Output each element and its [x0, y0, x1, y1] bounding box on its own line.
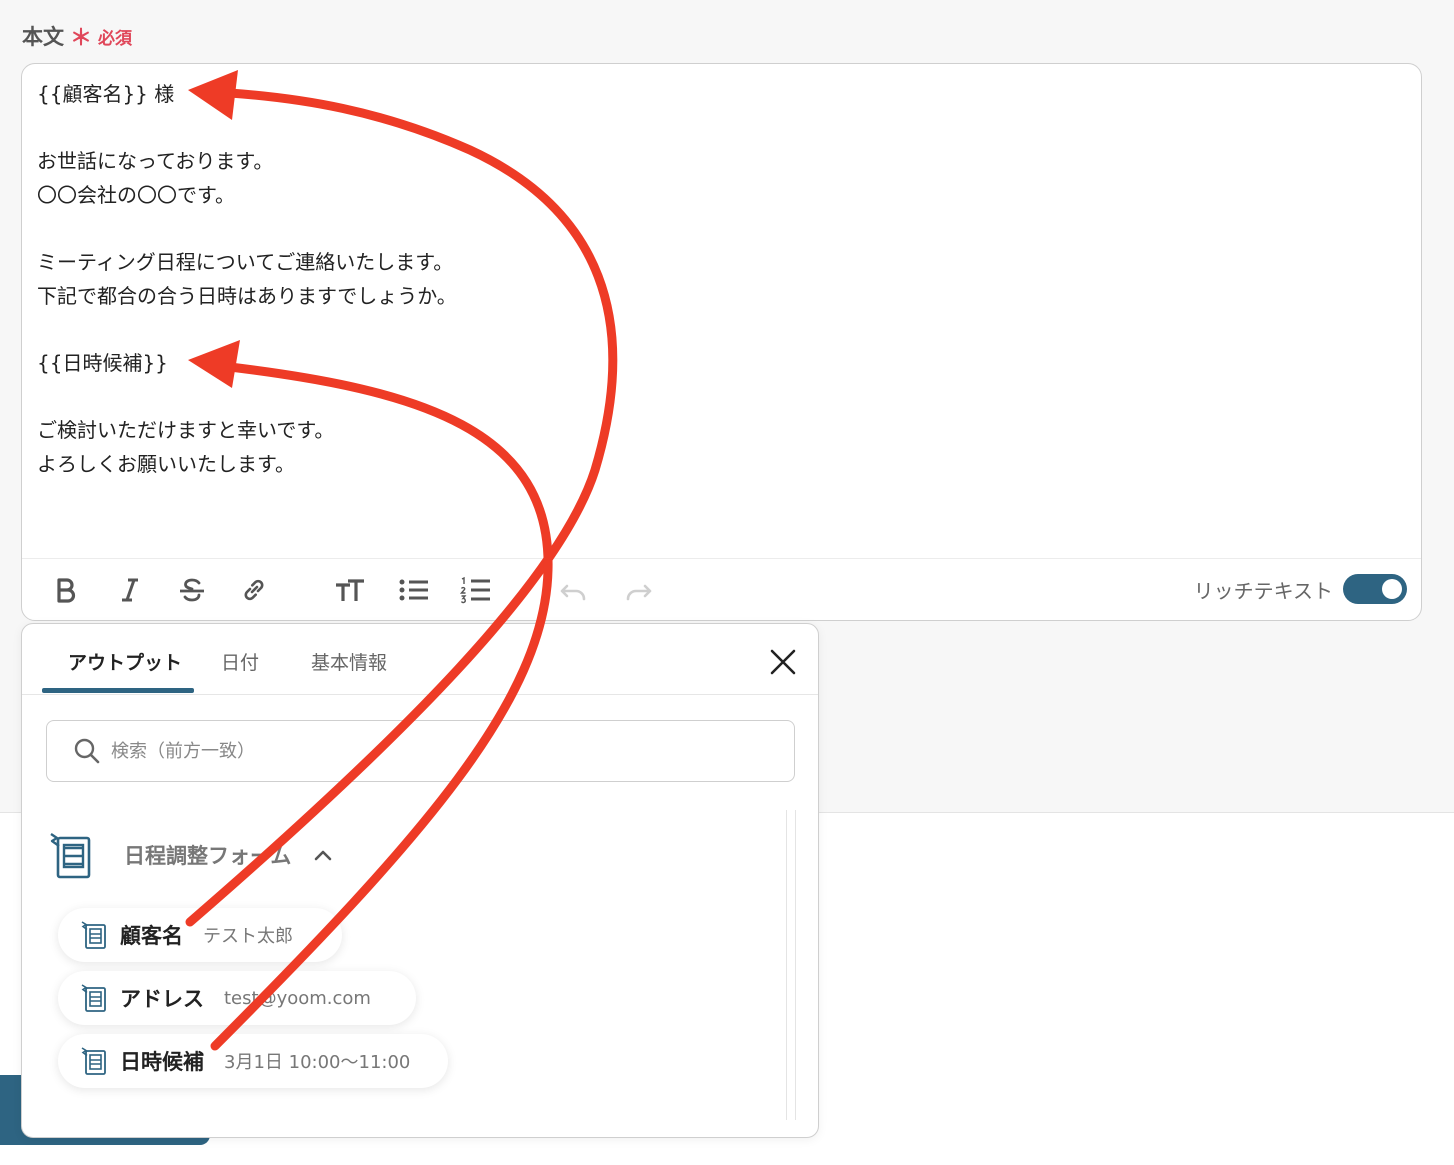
output-picker-panel: アウトプット 日付 基本情報 日程調整フォーム 顧客名 テスト太郎 アドレス t…: [21, 623, 819, 1138]
close-icon: [770, 649, 796, 675]
output-item-name: 顧客名: [120, 924, 183, 948]
form-group-title: 日程調整フォーム: [124, 844, 292, 868]
rich-text-label: リッチテキスト: [1193, 578, 1333, 603]
search-input[interactable]: [109, 739, 713, 763]
bold-button[interactable]: [50, 572, 82, 608]
form-field-icon: [81, 921, 106, 949]
output-item-value: テスト太郎: [203, 926, 293, 947]
rich-text-control: リッチテキスト: [1194, 574, 1407, 604]
toolbar-divider: [22, 558, 1421, 559]
active-tab-indicator: [42, 688, 194, 693]
field-label-text: 本文: [22, 25, 64, 49]
editor-content[interactable]: {{顧客名}} 様 お世話になっております。 〇〇会社の〇〇です。 ミーティング…: [37, 78, 457, 481]
output-item-value: 3月1日 10:00〜11:00: [224, 1052, 411, 1073]
form-field-icon: [81, 984, 106, 1012]
chevron-up-icon: [315, 850, 332, 861]
link-icon: [244, 579, 264, 601]
editor-line: 〇〇会社の〇〇です。: [37, 182, 235, 207]
form-group-header[interactable]: 日程調整フォーム: [48, 830, 333, 880]
text-size-button[interactable]: [332, 572, 368, 608]
undo-button[interactable]: [556, 572, 592, 608]
tab-basic-info[interactable]: 基本情報: [311, 648, 387, 675]
body-editor[interactable]: {{顧客名}} 様 お世話になっております。 〇〇会社の〇〇です。 ミーティング…: [21, 63, 1422, 621]
tab-date[interactable]: 日付: [221, 648, 259, 675]
toggle-knob: [1382, 579, 1402, 599]
output-item-address[interactable]: アドレス test@yoom.com: [58, 971, 416, 1025]
editor-line: お世話になっております。: [37, 149, 274, 174]
required-label: 必須: [98, 28, 133, 49]
output-item-customer-name[interactable]: 顧客名 テスト太郎: [58, 908, 342, 962]
editor-line: 下記で都合の合う日時はありますでしょうか。: [37, 283, 457, 308]
editor-line: {{日時候補}}: [37, 350, 168, 375]
redo-icon: [626, 584, 652, 601]
close-button[interactable]: [767, 646, 799, 678]
form-icon: [50, 833, 91, 879]
output-item-name: 日時候補: [120, 1050, 204, 1074]
editor-line: {{顧客名}} 様: [37, 82, 175, 106]
editor-line: ミーティング日程についてご連絡いたします。: [37, 249, 454, 274]
italic-button[interactable]: [114, 572, 146, 608]
field-label: 本文 ＊ 必須: [22, 20, 132, 52]
strikethrough-button[interactable]: [174, 572, 210, 608]
numbered-list-icon: [460, 576, 490, 604]
required-star: ＊: [70, 26, 93, 51]
undo-icon: [560, 584, 586, 601]
strikethrough-icon: [180, 578, 204, 602]
tab-output[interactable]: アウトプット: [68, 648, 182, 675]
bullet-list-icon: [399, 579, 428, 601]
form-field-icon: [81, 1047, 106, 1075]
link-button[interactable]: [236, 572, 272, 608]
panel-tabs: アウトプット 日付 基本情報: [22, 624, 818, 695]
text-size-icon: [336, 579, 364, 601]
editor-line: ご検討いただけますと幸いです。: [37, 417, 335, 442]
bullet-list-button[interactable]: [396, 572, 432, 608]
output-item-name: アドレス: [120, 987, 204, 1011]
output-item-datetime[interactable]: 日時候補 3月1日 10:00〜11:00: [58, 1034, 448, 1088]
editor-line: よろしくお願いいたします。: [37, 451, 295, 476]
search-icon: [74, 738, 100, 764]
bold-icon: [57, 578, 76, 603]
redo-button[interactable]: [620, 572, 656, 608]
rich-text-toggle[interactable]: [1343, 574, 1407, 604]
numbered-list-button[interactable]: [458, 572, 494, 608]
italic-icon: [122, 578, 138, 602]
output-item-value: test@yoom.com: [224, 987, 371, 1009]
search-box: [46, 720, 795, 782]
panel-scrollbar[interactable]: [786, 810, 796, 1120]
